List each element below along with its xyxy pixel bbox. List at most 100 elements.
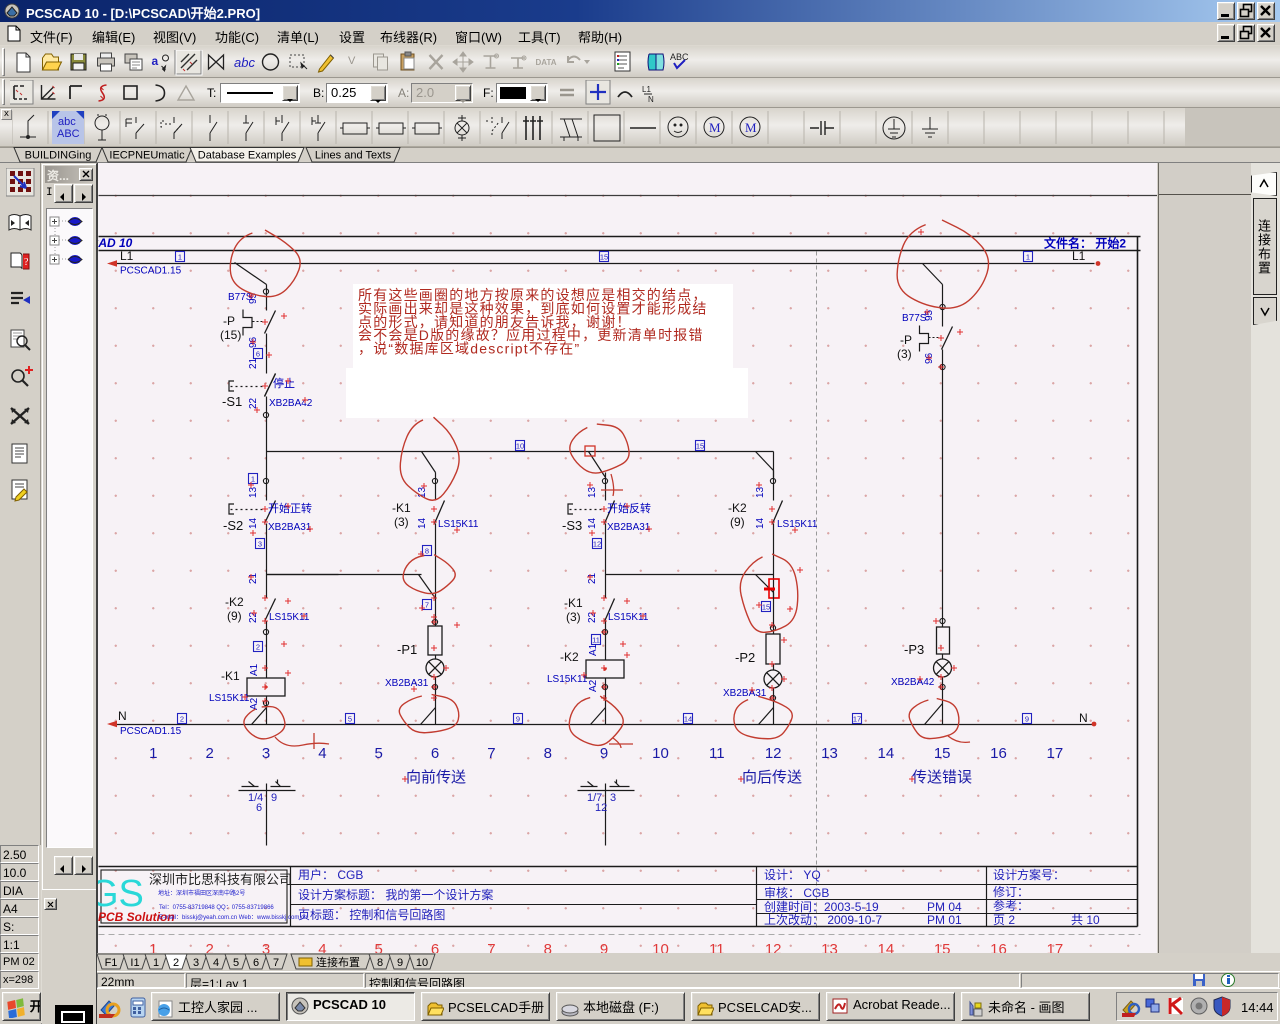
svg-text:LS15K11: LS15K11	[438, 519, 479, 530]
svg-text:页 2: 页 2	[993, 913, 1015, 927]
svg-text:21: 21	[248, 572, 259, 584]
svg-text:共 10: 共 10	[1071, 913, 1100, 927]
svg-text:14: 14	[684, 715, 692, 724]
svg-text:3: 3	[262, 745, 270, 762]
svg-text:2: 2	[180, 715, 184, 724]
svg-text:开始反转: 开始反转	[607, 501, 651, 515]
svg-text:1: 1	[251, 475, 255, 484]
svg-text:10: 10	[416, 957, 428, 969]
svg-text:L1: L1	[1072, 249, 1086, 263]
svg-text:3: 3	[193, 957, 199, 969]
svg-text:页标题： 控制和信号回路图: 页标题： 控制和信号回路图	[298, 907, 445, 922]
svg-text:设计： YQ: 设计： YQ	[764, 868, 821, 882]
svg-text:11: 11	[709, 941, 725, 953]
svg-text:-K1: -K1	[392, 501, 411, 515]
svg-text:13: 13	[248, 486, 259, 498]
svg-text:1: 1	[1026, 253, 1030, 262]
svg-text:，说“数据库区域descript不存在”: ，说“数据库区域descript不存在”	[358, 341, 580, 357]
svg-text:4: 4	[213, 957, 219, 969]
svg-text:IECPNEUmatic: IECPNEUmatic	[109, 150, 185, 162]
svg-text:PCSCAD1.15: PCSCAD1.15	[120, 266, 182, 277]
svg-text:1: 1	[153, 957, 159, 969]
svg-text:7: 7	[425, 601, 429, 610]
svg-text:21: 21	[587, 572, 598, 584]
svg-text:9: 9	[397, 957, 403, 969]
svg-text:-K1: -K1	[564, 596, 583, 610]
svg-text:ABC: ABC	[670, 52, 689, 62]
svg-text:8: 8	[544, 745, 552, 762]
svg-text:3: 3	[262, 941, 270, 953]
svg-text:11: 11	[709, 745, 725, 762]
svg-text:LS15K11: LS15K11	[777, 519, 818, 530]
svg-text:-K2: -K2	[728, 501, 747, 515]
svg-text:-P: -P	[223, 314, 235, 328]
svg-text:10: 10	[516, 442, 524, 451]
svg-text:17: 17	[1047, 745, 1064, 762]
svg-text:A1: A1	[588, 643, 599, 656]
svg-text:-P: -P	[900, 333, 912, 347]
svg-text:F1: F1	[105, 957, 118, 969]
svg-text:-S3: -S3	[562, 518, 582, 533]
svg-text:?: ?	[24, 257, 29, 268]
svg-text:GS: GS	[98, 873, 144, 915]
svg-text:上次改动： 2009-10-7: 上次改动： 2009-10-7	[764, 913, 882, 927]
svg-text:16: 16	[990, 941, 1007, 953]
svg-text:9: 9	[516, 715, 520, 724]
svg-text:6: 6	[256, 802, 262, 814]
svg-text:-P1: -P1	[397, 642, 417, 657]
svg-text:(9): (9)	[227, 609, 242, 623]
svg-text:XB2BA31: XB2BA31	[607, 522, 651, 533]
svg-text:设计方案号：: 设计方案号：	[993, 867, 1065, 882]
svg-text:2: 2	[206, 941, 214, 953]
svg-text:创建时间：2003-5-19: 创建时间：2003-5-19	[764, 900, 879, 914]
svg-text:14: 14	[587, 517, 598, 529]
svg-text:10: 10	[652, 745, 669, 762]
svg-text:6: 6	[431, 745, 439, 762]
svg-text:11: 11	[592, 636, 600, 645]
svg-text:设计方案标题： 我的第一个设计方案: 设计方案标题： 我的第一个设计方案	[298, 887, 493, 902]
svg-text:L1: L1	[642, 85, 651, 94]
svg-text:9: 9	[271, 792, 277, 804]
svg-text:V: V	[348, 55, 356, 67]
svg-text:PCSCAD 10: PCSCAD 10	[98, 236, 133, 250]
svg-text:Tel：0755-83719848 QQ：0755-83: Tel：0755-83719848 QQ：0755-83719866	[159, 905, 274, 911]
svg-text:9: 9	[600, 941, 608, 953]
svg-text:14: 14	[248, 517, 259, 529]
svg-text:15: 15	[762, 603, 770, 612]
svg-text:6: 6	[256, 350, 260, 359]
svg-text:向后传送: 向后传送	[742, 769, 802, 786]
svg-text:5: 5	[375, 941, 383, 953]
svg-text:8: 8	[425, 547, 429, 556]
svg-text:1: 1	[149, 745, 157, 762]
svg-text:9: 9	[1025, 715, 1029, 724]
svg-text:3: 3	[610, 792, 616, 804]
svg-text:-K1: -K1	[221, 669, 240, 683]
svg-text:13: 13	[821, 745, 838, 762]
svg-text:4: 4	[318, 745, 326, 762]
svg-text:1: 1	[149, 941, 157, 953]
svg-text:6: 6	[253, 957, 259, 969]
svg-text:5: 5	[348, 715, 352, 724]
svg-text:7: 7	[487, 941, 495, 953]
svg-text:-P2: -P2	[735, 650, 755, 665]
svg-text:-S1: -S1	[222, 394, 242, 409]
svg-text:6: 6	[431, 941, 439, 953]
svg-text:PM 01: PM 01	[927, 913, 962, 927]
svg-text:M: M	[709, 120, 721, 135]
svg-text:N: N	[648, 95, 654, 104]
svg-text:12: 12	[593, 540, 601, 549]
svg-text:13: 13	[755, 486, 766, 498]
svg-text:16: 16	[990, 745, 1007, 762]
svg-text:12: 12	[595, 802, 607, 814]
svg-text:XB2BA31: XB2BA31	[385, 678, 429, 689]
svg-text:21: 21	[248, 357, 259, 369]
svg-text:审核： CGB: 审核： CGB	[764, 885, 829, 900]
svg-text:Lines and Texts: Lines and Texts	[315, 150, 392, 162]
svg-text:DATA: DATA	[536, 58, 557, 67]
svg-text:Database Examples: Database Examples	[198, 150, 297, 162]
svg-text:N: N	[1079, 711, 1088, 725]
svg-text:13: 13	[821, 941, 838, 953]
svg-text:-S2: -S2	[223, 518, 243, 533]
svg-text:-P3: -P3	[904, 642, 924, 657]
svg-text:7: 7	[273, 957, 279, 969]
